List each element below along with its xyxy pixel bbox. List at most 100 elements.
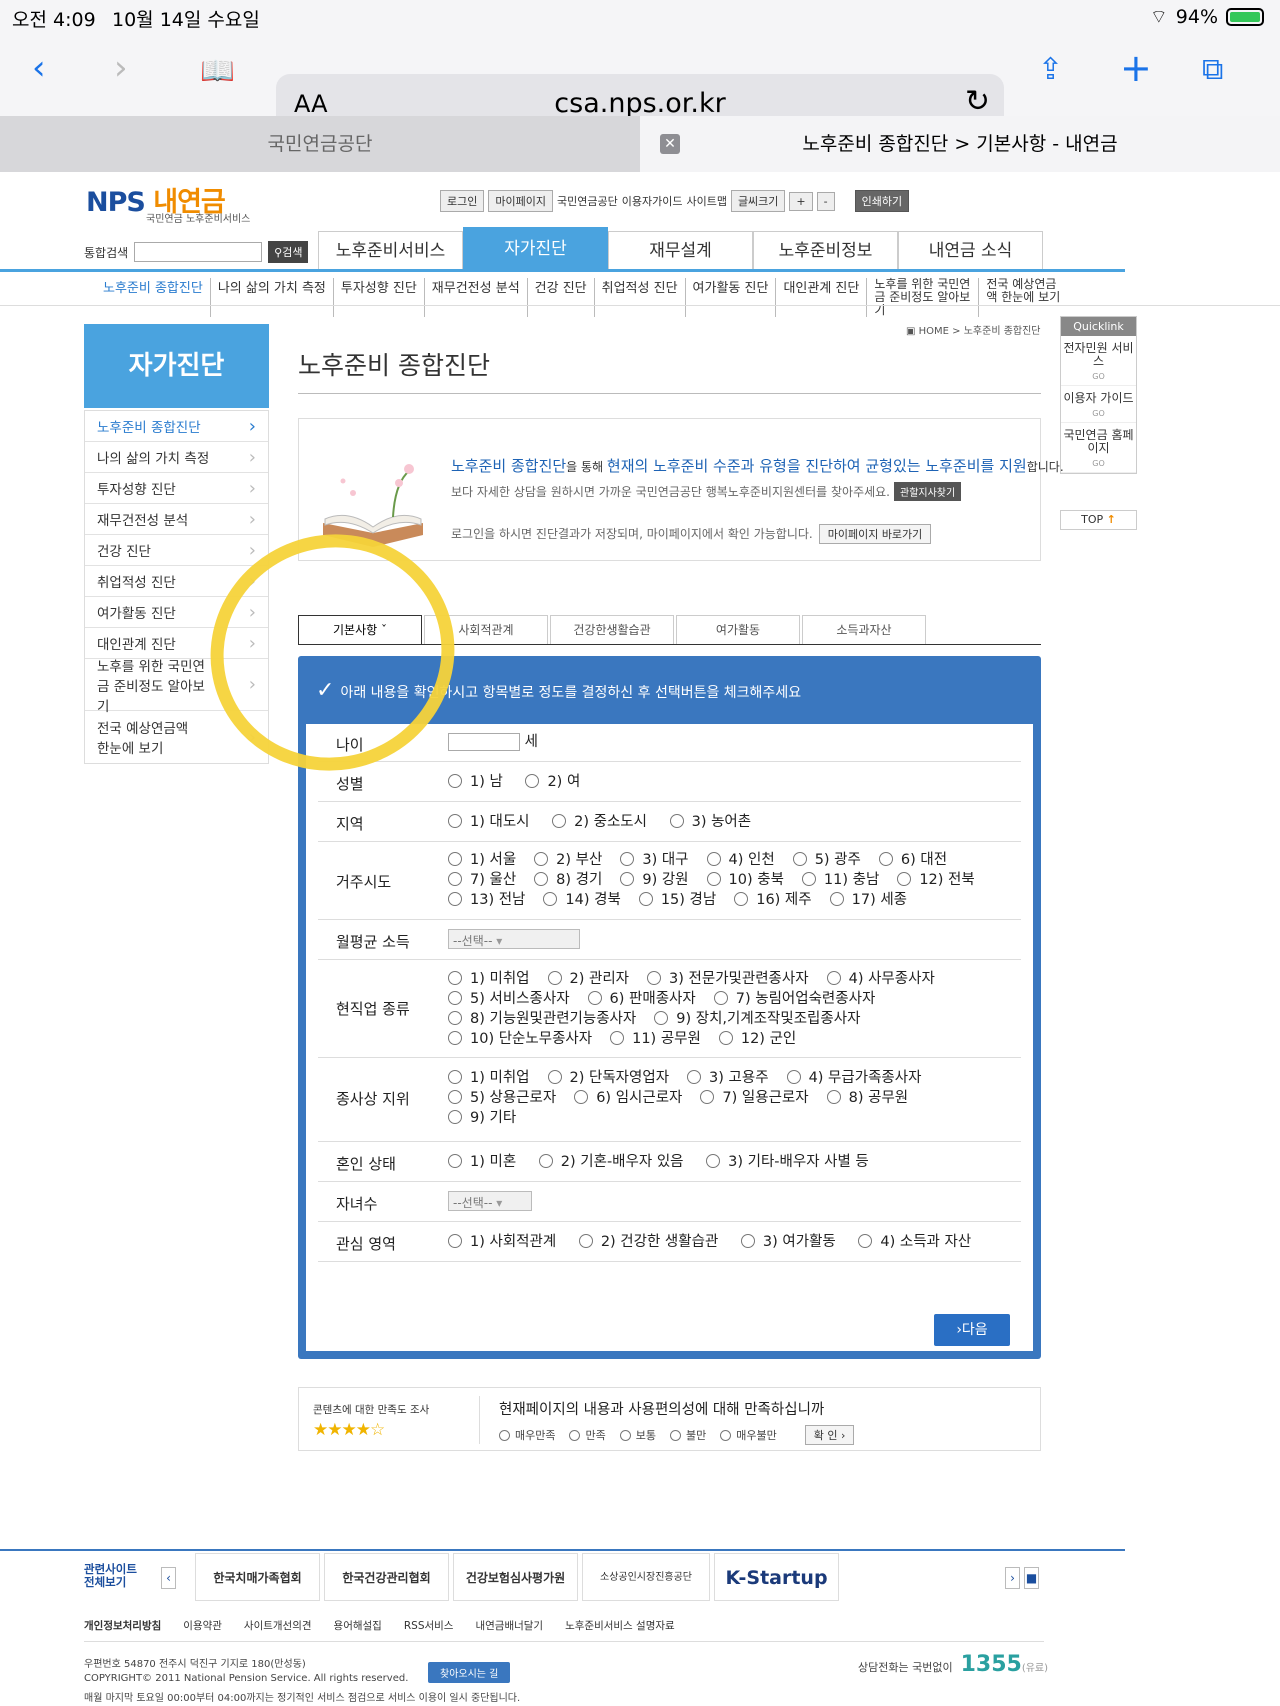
city-option[interactable]: 15) 경남 [638, 890, 716, 910]
status-option[interactable]: 8) 공무원 [826, 1088, 908, 1108]
job-option[interactable]: 10) 단순노무종사자 [448, 1029, 592, 1049]
lnb-item[interactable]: 나의 삶의 가치 측정 [85, 442, 268, 473]
guide-link[interactable]: 이용자가이드 [622, 193, 683, 209]
footer-link[interactable]: 노후준비서비스 설명자료 [565, 1618, 675, 1633]
city-option[interactable]: 5) 광주 [792, 850, 861, 870]
subnav-item[interactable]: 투자성향 진단 [334, 278, 425, 317]
status-option[interactable]: 2) 단독자영업자 [547, 1068, 669, 1088]
city-option[interactable]: 14) 경북 [543, 890, 621, 910]
city-option[interactable]: 10) 충북 [706, 870, 784, 890]
marital-option[interactable]: 2) 기혼-배우자 있음 [538, 1152, 684, 1172]
top-button[interactable]: TOP ↑ [1060, 510, 1137, 530]
quicklink-item[interactable]: 전자민원 서비스 GO [1061, 336, 1136, 386]
subnav-item[interactable]: 나의 삶의 가치 측정 [211, 278, 334, 317]
status-option[interactable]: 6) 임시근로자 [574, 1088, 682, 1108]
survey-confirm-button[interactable]: 확 인 › [804, 1425, 855, 1445]
mypage-shortcut-button[interactable]: 마이페이지 바로가기 [818, 524, 932, 544]
region-option[interactable]: 1) 대도시 [448, 812, 530, 832]
status-option[interactable]: 3) 고용주 [687, 1068, 769, 1088]
tab-health[interactable]: 건강한생활습관 [550, 615, 674, 645]
job-option[interactable]: 1) 미취업 [448, 969, 530, 989]
survey-option[interactable]: 보통 [619, 1427, 656, 1443]
new-tab-icon[interactable]: + [1120, 46, 1152, 90]
survey-option[interactable]: 매우만족 [499, 1427, 555, 1443]
login-link[interactable]: 로그인 [440, 190, 485, 212]
banner-item[interactable]: K-Startup [714, 1553, 839, 1601]
font-plus-button[interactable]: + [789, 191, 813, 211]
browser-tab-2[interactable]: 노후준비 종합진단 > 기본사항 - 내연금 [640, 116, 1280, 172]
footer-link[interactable]: RSS서비스 [404, 1618, 454, 1633]
url-text[interactable]: csa.nps.or.kr [276, 88, 1004, 119]
interest-option[interactable]: 1) 사회적관계 [448, 1232, 556, 1252]
bookmarks-icon[interactable]: 📖 [200, 54, 235, 87]
status-option[interactable]: 9) 기타 [448, 1108, 516, 1128]
job-option[interactable]: 5) 서비스종사자 [448, 989, 570, 1009]
city-option[interactable]: 17) 세종 [829, 890, 907, 910]
job-option[interactable]: 3) 전문가및관련종사자 [647, 969, 809, 989]
stop-icon[interactable]: ■ [1024, 1567, 1039, 1589]
age-input[interactable] [448, 732, 520, 751]
gnb-retirement-info[interactable]: 노후준비정보 [753, 231, 898, 269]
related-sites-link[interactable]: 관련사이트 전체보기 [84, 1563, 144, 1589]
footer-link[interactable]: 내연금배너달기 [475, 1618, 543, 1633]
marital-option[interactable]: 3) 기타-배우자 사별 등 [706, 1152, 869, 1172]
status-option[interactable]: 4) 무급가족종사자 [786, 1068, 921, 1088]
directions-button[interactable]: 찾아오시는 길 [428, 1662, 511, 1683]
font-minus-button[interactable]: - [816, 191, 835, 211]
chevron-left-icon[interactable]: ‹ [161, 1567, 176, 1589]
reload-icon[interactable]: ↻ [965, 84, 990, 119]
status-option[interactable]: 1) 미취업 [448, 1068, 530, 1088]
city-option[interactable]: 2) 부산 [534, 850, 602, 870]
job-option[interactable]: 2) 관리자 [547, 969, 629, 989]
lnb-item[interactable]: 투자성향 진단 [85, 473, 268, 504]
tab-income[interactable]: 소득과자산 [802, 615, 926, 645]
subnav-item[interactable]: 여가활동 진단 [686, 278, 777, 317]
quicklink-item[interactable]: 국민연금 홈페이지 GO [1061, 423, 1136, 473]
gender-option[interactable]: 2) 여 [525, 772, 580, 792]
region-option[interactable]: 2) 중소도시 [552, 812, 647, 832]
gnb-pension-news[interactable]: 내연금 소식 [898, 231, 1043, 269]
job-option[interactable]: 6) 판매종사자 [587, 989, 696, 1009]
city-option[interactable]: 9) 강원 [620, 870, 689, 890]
job-option[interactable]: 7) 농림어업숙련종사자 [713, 989, 875, 1009]
job-option[interactable]: 9) 장치,기계조작및조립종사자 [654, 1009, 860, 1029]
back-icon[interactable]: ‹ [32, 48, 46, 88]
footer-link[interactable]: 용어해설집 [334, 1618, 382, 1633]
site-logo[interactable]: NPS 내연금 국민연금 노후준비서비스 [86, 180, 250, 225]
status-option[interactable]: 7) 일용근로자 [700, 1088, 809, 1108]
subnav-item[interactable]: 노후준비 종합진단 [96, 278, 211, 317]
interest-option[interactable]: 2) 건강한 생활습관 [578, 1232, 718, 1252]
footer-link[interactable]: 개인정보처리방침 [84, 1618, 161, 1633]
job-option[interactable]: 11) 공무원 [610, 1029, 701, 1049]
share-icon[interactable]: ⇪ [1038, 52, 1063, 87]
banner-item[interactable]: 한국건강관리협회 [324, 1553, 449, 1601]
subnav-item[interactable]: 전국 예상연금액 한눈에 보기 [979, 278, 1069, 317]
survey-option[interactable]: 매우불만 [720, 1427, 777, 1443]
forward-icon[interactable]: › [114, 48, 128, 88]
tabs-icon[interactable]: ⧉ [1202, 52, 1223, 87]
chevron-right-icon[interactable]: › [1005, 1567, 1020, 1589]
banner-item[interactable]: 건강보험심사평가원 [453, 1553, 578, 1601]
lnb-item[interactable]: 건강 진단 [85, 535, 268, 566]
city-option[interactable]: 1) 서울 [448, 850, 516, 870]
find-branch-button[interactable]: 관할지사찾기 [894, 482, 962, 501]
next-button[interactable]: ›다음 [934, 1314, 1010, 1346]
city-option[interactable]: 8) 경기 [534, 870, 602, 890]
lnb-item[interactable]: 재무건전성 분석 [85, 504, 268, 535]
city-option[interactable]: 12) 전북 [897, 870, 975, 890]
interest-option[interactable]: 3) 여가활동 [740, 1232, 836, 1252]
city-option[interactable]: 11) 충남 [801, 870, 879, 890]
city-option[interactable]: 13) 전남 [448, 890, 525, 910]
survey-option[interactable]: 불만 [669, 1427, 706, 1443]
search-button[interactable]: ⚲검색 [268, 241, 309, 263]
print-button[interactable]: 인쇄하기 [854, 190, 910, 212]
children-select[interactable]: --선택-- [448, 1191, 532, 1211]
footer-link[interactable]: 이용약관 [183, 1618, 222, 1633]
close-tab-icon[interactable]: ✕ [660, 134, 680, 154]
city-option[interactable]: 7) 울산 [448, 870, 516, 890]
sitemap-link[interactable]: 사이트맵 [686, 193, 726, 209]
gnb-financial-plan[interactable]: 재무설계 [608, 231, 753, 269]
banner-item[interactable]: 한국치매가족협회 [195, 1553, 320, 1601]
city-option[interactable]: 16) 제주 [734, 890, 812, 910]
nps-link[interactable]: 국민연금공단 [557, 193, 618, 209]
